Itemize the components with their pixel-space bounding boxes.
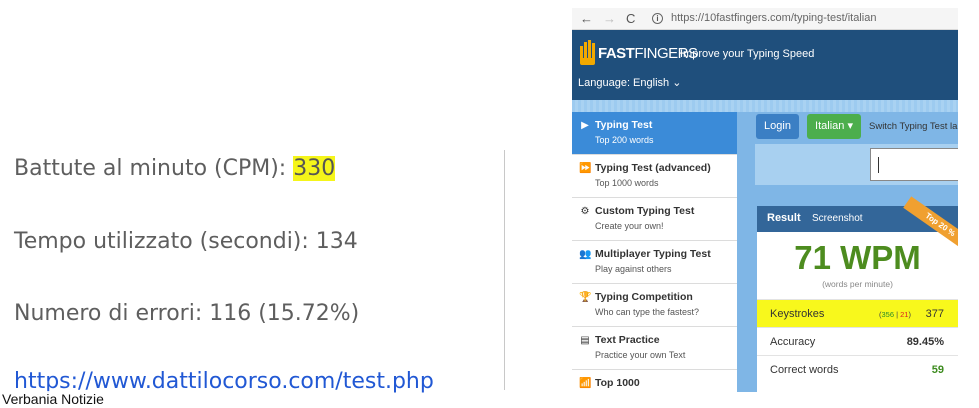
gear-icon: ⚙ bbox=[580, 206, 590, 217]
sidebar-item-text-practice[interactable]: ▤ Text Practice Practice your own Text bbox=[572, 327, 737, 370]
wpm-caption: (words per minute) bbox=[822, 279, 893, 289]
cpm-line: Battute al minuto (CPM): 330 bbox=[14, 156, 336, 181]
sidebar-item-subtitle: Top 1000 words bbox=[595, 178, 659, 188]
language-dropdown-button[interactable]: Italian ▾ bbox=[807, 114, 861, 139]
sidebar-item-subtitle: Practice your own Text bbox=[595, 350, 686, 360]
typing-stats-panel: Battute al minuto (CPM): 330 Tempo utili… bbox=[14, 0, 494, 408]
site-header: FASTFINGERS Improve your Typing Speed La… bbox=[572, 30, 958, 100]
watermark: Verbania Notizie bbox=[2, 391, 107, 407]
result-title: Result bbox=[767, 212, 801, 224]
fast-forward-icon: ⏩ bbox=[579, 163, 592, 174]
play-icon: ▶ bbox=[581, 120, 589, 131]
typing-input-area bbox=[755, 144, 958, 185]
sidebar-item-top-1000[interactable]: 📶 Top 1000 bbox=[572, 370, 737, 392]
site-info-icon[interactable]: i bbox=[652, 13, 663, 24]
sidebar-item-title: Multiplayer Typing Test bbox=[595, 248, 711, 260]
result-header: Result Screenshot Top 20 % bbox=[757, 196, 958, 254]
switch-language-text: Switch Typing Test lan bbox=[869, 121, 958, 132]
site-tagline: Improve your Typing Speed bbox=[680, 48, 815, 60]
login-button[interactable]: Login bbox=[756, 114, 799, 139]
hand-logo-icon bbox=[580, 40, 595, 65]
document-icon: ▤ bbox=[580, 335, 590, 346]
sidebar-item-title: Text Practice bbox=[595, 334, 660, 346]
back-arrow-icon[interactable]: ← bbox=[580, 11, 593, 27]
sidebar-item-subtitle: Create your own! bbox=[595, 221, 664, 231]
language-selector[interactable]: Language: English ⌄ bbox=[578, 76, 681, 89]
divider bbox=[504, 150, 505, 390]
result-panel: Result Screenshot Top 20 % 71 WPM (words… bbox=[757, 196, 958, 392]
browser-screenshot: ← → C i https://10fastfingers.com/typing… bbox=[572, 8, 958, 392]
correct-words-label: Correct words bbox=[770, 364, 839, 376]
bar-chart-icon: 📶 bbox=[579, 378, 592, 389]
sidebar-item-title: Typing Test bbox=[595, 119, 653, 131]
main-content: Login Italian ▾ Switch Typing Test lan R… bbox=[737, 112, 958, 392]
sidebar-item-title: Typing Test (advanced) bbox=[595, 162, 711, 174]
correct-words-row: Correct words 59 bbox=[757, 355, 958, 383]
accuracy-value: 89.45% bbox=[906, 336, 944, 348]
keystrokes-label: Keystrokes bbox=[770, 308, 825, 320]
sidebar-item-title: Top 1000 bbox=[595, 377, 640, 389]
trophy-icon: 🏆 bbox=[579, 292, 592, 303]
correct-words-value: 59 bbox=[931, 364, 944, 376]
url-text[interactable]: https://10fastfingers.com/typing-test/it… bbox=[671, 12, 876, 24]
cpm-label: Battute al minuto (CPM): bbox=[14, 156, 287, 181]
sidebar-item-subtitle: Who can type the fastest? bbox=[595, 307, 700, 317]
errors-line: Numero di errori: 116 (15.72%) bbox=[14, 301, 360, 326]
sidebar-item-competition[interactable]: 🏆 Typing Competition Who can type the fa… bbox=[572, 284, 737, 327]
sidebar-item-title: Typing Competition bbox=[595, 291, 693, 303]
sidebar-item-subtitle: Top 200 words bbox=[595, 135, 654, 145]
site-logo[interactable]: FASTFINGERS bbox=[578, 40, 698, 66]
cpm-value: 330 bbox=[293, 156, 336, 181]
sidebar-item-title: Custom Typing Test bbox=[595, 205, 695, 217]
sidebar-item-typing-test-advanced[interactable]: ⏩ Typing Test (advanced) Top 1000 words bbox=[572, 155, 737, 198]
sidebar-item-multiplayer[interactable]: 👥 Multiplayer Typing Test Play against o… bbox=[572, 241, 737, 284]
time-line: Tempo utilizzato (secondi): 134 bbox=[14, 229, 358, 254]
wpm-value: 71 WPM bbox=[794, 239, 921, 276]
keystrokes-total: 377 bbox=[925, 308, 944, 320]
sidebar: ▶ Typing Test Top 200 words ⏩ Typing Tes… bbox=[572, 112, 737, 392]
forward-arrow-icon[interactable]: → bbox=[603, 11, 616, 27]
users-icon: 👥 bbox=[579, 249, 592, 260]
header-stripe bbox=[572, 100, 958, 112]
address-bar: ← → C i https://10fastfingers.com/typing… bbox=[572, 8, 958, 30]
keystrokes-row: Keystrokes (356 | 21) 377 bbox=[757, 299, 958, 327]
sidebar-item-subtitle: Play against others bbox=[595, 264, 672, 274]
screenshot-link[interactable]: Screenshot bbox=[812, 213, 863, 224]
reload-icon[interactable]: C bbox=[626, 11, 635, 27]
keystrokes-detail: (356 | 21) bbox=[879, 310, 911, 319]
sidebar-item-custom-typing-test[interactable]: ⚙ Custom Typing Test Create your own! bbox=[572, 198, 737, 241]
typing-input[interactable] bbox=[870, 148, 958, 181]
sidebar-item-typing-test[interactable]: ▶ Typing Test Top 200 words bbox=[572, 112, 737, 155]
accuracy-label: Accuracy bbox=[770, 336, 816, 348]
accuracy-row: Accuracy 89.45% bbox=[757, 327, 958, 355]
